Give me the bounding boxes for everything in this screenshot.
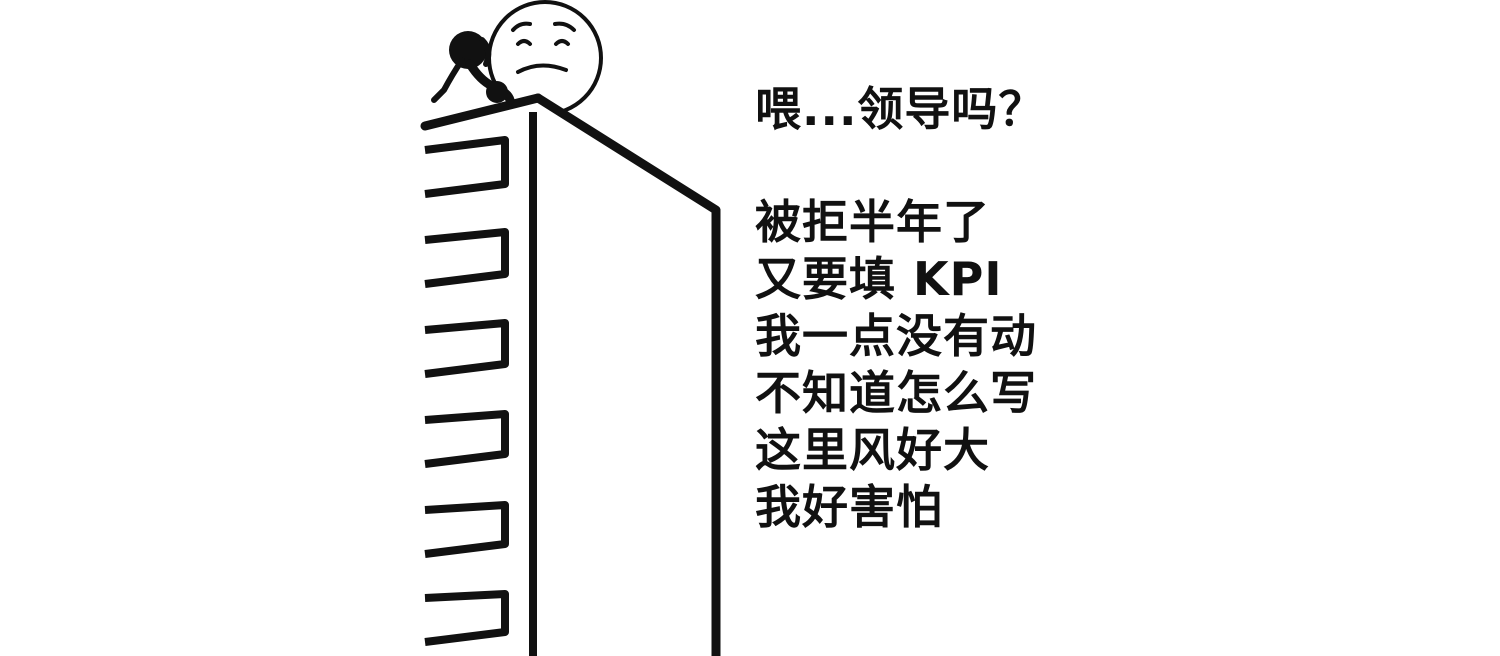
caption-line-windy: 这里风好大 (755, 423, 990, 477)
building-icon (420, 93, 721, 656)
meme-caption: 喂...领导吗？ 被拒半年了 又要填 KPI 我一点没有动 不知道怎么写 这里风… (755, 86, 1045, 541)
caption-line-kpi: 又要填 KPI (755, 252, 1003, 306)
caption-line-greeting: 喂...领导吗？ (755, 82, 1046, 136)
caption-line-scared: 我好害怕 (755, 480, 943, 534)
caption-line-dont-know: 不知道怎么写 (755, 366, 1037, 420)
meme-canvas: 喂...领导吗？ 被拒半年了 又要填 KPI 我一点没有动 不知道怎么写 这里风… (0, 0, 1500, 656)
building-illustration (420, 0, 721, 656)
caption-line-no-progress: 我一点没有动 (755, 309, 1037, 363)
caption-line-rejected: 被拒半年了 (755, 195, 990, 249)
